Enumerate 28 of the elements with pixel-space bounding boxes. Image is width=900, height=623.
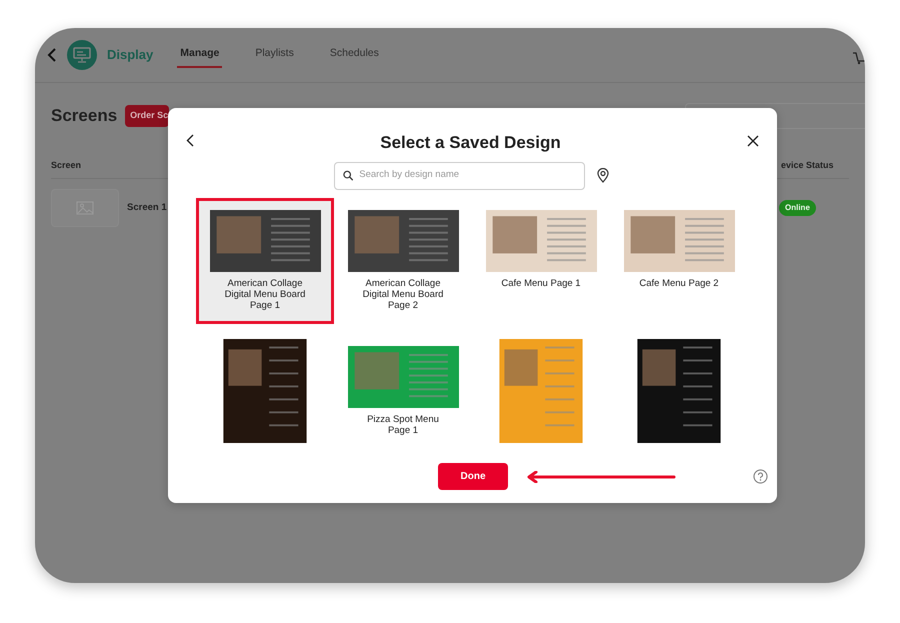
page-title: Screens — [51, 105, 118, 127]
design-name: Cafe Menu Page 2 — [638, 278, 720, 289]
screen-name: Screen 1 — [127, 200, 167, 215]
design-tile[interactable]: Pizza Spot Menu Page 1 — [334, 334, 472, 460]
search-icon — [343, 170, 354, 181]
design-name: Pizza Spot Menu Page 1 — [366, 414, 440, 436]
design-name: American Collage Digital Menu Board Page 2 — [362, 278, 444, 312]
dialog-title: Select a Saved Design — [379, 132, 562, 154]
search-field[interactable]: Search by design name — [334, 162, 585, 190]
design-tile[interactable]: American Collage Digital Menu Board Page 1 — [196, 198, 334, 324]
design-name: Cafe Menu Page 1 — [500, 278, 582, 289]
close-icon[interactable] — [747, 134, 759, 147]
design-tile[interactable]: American Collage Digital Menu Board Page 2 — [334, 198, 472, 324]
column-header: evice Status — [781, 158, 834, 172]
help-icon[interactable] — [753, 469, 768, 484]
brand-name: Display — [107, 46, 154, 64]
design-name: American Collage Digital Menu Board Page 1 — [224, 278, 306, 312]
done-button[interactable]: Done — [438, 463, 508, 490]
image-placeholder — [51, 189, 119, 227]
status-badge: Online — [779, 200, 816, 216]
location-pin-icon[interactable] — [597, 168, 609, 183]
design-tile[interactable]: Cafe Menu Page 2 — [610, 198, 748, 324]
nav-tab[interactable]: Manage — [177, 42, 222, 68]
display-logo-icon — [67, 40, 97, 70]
design-tile[interactable]: Cafe Menu Page 1 — [472, 198, 610, 324]
column-header: Screen — [51, 158, 82, 172]
back-icon[interactable] — [186, 134, 194, 148]
order-screens-button[interactable]: Order Sc — [125, 104, 170, 127]
